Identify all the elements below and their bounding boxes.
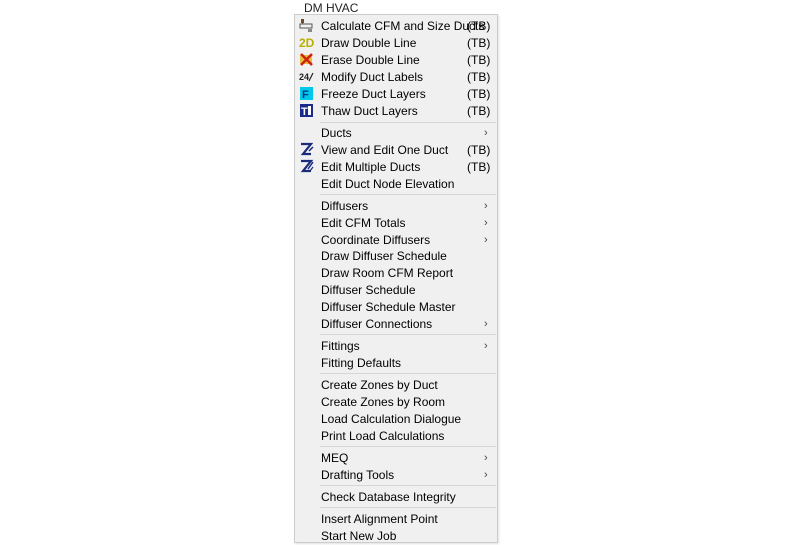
double-line-2d-icon: 2D [299,35,315,50]
edit-duct-icon [299,142,314,157]
menu-item-label: Create Zones by Room [321,395,446,409]
menu-item-diffusers[interactable]: Diffusers › [296,197,496,214]
menu-item-label: Drafting Tools [321,468,395,482]
menu-item-label: Diffusers [321,199,369,213]
toolbar-tag: (TB) [467,70,491,84]
edit-multiple-ducts-icon [299,159,314,174]
toolbar-tag: (TB) [467,143,491,157]
svg-text:2D: 2D [299,36,314,50]
toolbar-tag: (TB) [467,53,491,67]
menu-item-label: MEQ [321,451,349,465]
menu-item-diffuser-connections[interactable]: Diffuser Connections › [296,315,496,332]
menu-item-coordinate-diffusers[interactable]: Coordinate Diffusers › [296,231,496,248]
menu-item-fittings[interactable]: Fittings › [296,337,496,354]
submenu-arrow-icon: › [484,469,488,481]
freeze-layers-icon: F [299,86,314,101]
menu-item-meq[interactable]: MEQ › [296,449,496,466]
menu-item-print-load-calculations[interactable]: Print Load Calculations [296,427,496,444]
menu-item-create-zones-by-duct[interactable]: Create Zones by Duct [296,376,496,393]
submenu-arrow-icon: › [484,217,488,229]
submenu-arrow-icon: › [484,127,488,139]
menu-item-view-edit-one-duct[interactable]: View and Edit One Duct (TB) [296,141,496,158]
menu-item-fitting-defaults[interactable]: Fitting Defaults [296,354,496,371]
menu-separator [320,507,496,508]
menu-item-label: Thaw Duct Layers [321,104,418,118]
menu-item-freeze-duct-layers[interactable]: F Freeze Duct Layers (TB) [296,85,496,102]
menu-item-draw-diffuser-schedule[interactable]: Draw Diffuser Schedule [296,247,496,264]
menu-item-label: Draw Room CFM Report [321,266,454,280]
menu-item-label: Diffuser Schedule [321,283,416,297]
menu-item-label: Erase Double Line [321,53,420,67]
menu-item-edit-duct-node-elevation[interactable]: Edit Duct Node Elevation [296,175,496,192]
menu-item-label: Check Database Integrity [321,490,456,504]
toolbar-tag: (TB) [467,19,491,33]
menu-item-label: Coordinate Diffusers [321,233,431,247]
menu-item-label: View and Edit One Duct [321,143,449,157]
duct-size-icon [299,18,314,33]
menu-item-label: Draw Diffuser Schedule [321,249,447,263]
menu-item-ducts[interactable]: Ducts › [296,124,496,141]
menu-item-create-zones-by-room[interactable]: Create Zones by Room [296,393,496,410]
submenu-arrow-icon: › [484,234,488,246]
submenu-arrow-icon: › [484,318,488,330]
menu-item-diffuser-schedule[interactable]: Diffuser Schedule [296,281,496,298]
menu-item-modify-duct-labels[interactable]: 24 Modify Duct Labels (TB) [296,68,496,85]
menu-item-label: Edit CFM Totals [321,216,406,230]
duct-labels-icon: 24 [299,69,314,84]
thaw-layers-icon: T [299,103,314,118]
menu-item-label: Fitting Defaults [321,356,402,370]
menu-separator [320,122,496,123]
menu-item-draw-room-cfm-report[interactable]: Draw Room CFM Report [296,264,496,281]
menu-item-label: Draw Double Line [321,36,417,50]
menu-item-label: Modify Duct Labels [321,70,424,84]
submenu-arrow-icon: › [484,340,488,352]
submenu-arrow-icon: › [484,200,488,212]
menu-item-load-calculation-dialogue[interactable]: Load Calculation Dialogue [296,410,496,427]
menu-item-label: Diffuser Schedule Master [321,300,456,314]
menu-separator [320,334,496,335]
erase-double-line-icon [299,52,314,67]
dm-hvac-dropdown-menu: Calculate CFM and Size Ducts (TB) 2D Dra… [294,14,498,543]
menu-item-label: Freeze Duct Layers [321,87,426,101]
menu-item-edit-cfm-totals[interactable]: Edit CFM Totals › [296,214,496,231]
menu-item-erase-double-line[interactable]: Erase Double Line (TB) [296,51,496,68]
menu-item-label: Create Zones by Duct [321,378,438,392]
menu-item-start-new-job[interactable]: Start New Job [296,527,496,544]
menu-item-diffuser-schedule-master[interactable]: Diffuser Schedule Master [296,298,496,315]
menu-item-label: Start New Job [321,529,397,543]
svg-text:T: T [301,106,308,118]
menu-separator [320,485,496,486]
menu-item-drafting-tools[interactable]: Drafting Tools › [296,466,496,483]
submenu-arrow-icon: › [484,452,488,464]
toolbar-tag: (TB) [467,160,491,174]
menu-item-label: Edit Duct Node Elevation [321,177,455,191]
menu-item-label: Ducts [321,126,352,140]
menu-item-draw-double-line[interactable]: 2D Draw Double Line (TB) [296,34,496,51]
menu-item-thaw-duct-layers[interactable]: T Thaw Duct Layers (TB) [296,102,496,119]
menu-item-label: Print Load Calculations [321,429,445,443]
menu-item-edit-multiple-ducts[interactable]: Edit Multiple Ducts (TB) [296,158,496,175]
toolbar-tag: (TB) [467,36,491,50]
menu-item-label: Fittings [321,339,360,353]
menu-separator [320,446,496,447]
svg-text:F: F [302,89,309,101]
toolbar-tag: (TB) [467,104,491,118]
menu-item-label: Edit Multiple Ducts [321,160,421,174]
menu-separator [320,373,496,374]
menu-item-calculate-cfm[interactable]: Calculate CFM and Size Ducts (TB) [296,17,496,34]
menu-item-label: Insert Alignment Point [321,512,438,526]
menu-item-label: Load Calculation Dialogue [321,412,462,426]
menu-item-label: Diffuser Connections [321,317,433,331]
menu-item-label: Calculate CFM and Size Ducts [321,19,485,33]
menu-item-check-database-integrity[interactable]: Check Database Integrity [296,488,496,505]
svg-text:24: 24 [299,72,309,82]
menu-item-insert-alignment-point[interactable]: Insert Alignment Point [296,510,496,527]
menu-separator [320,194,496,195]
toolbar-tag: (TB) [467,87,491,101]
menu-title[interactable]: DM HVAC [304,1,358,15]
